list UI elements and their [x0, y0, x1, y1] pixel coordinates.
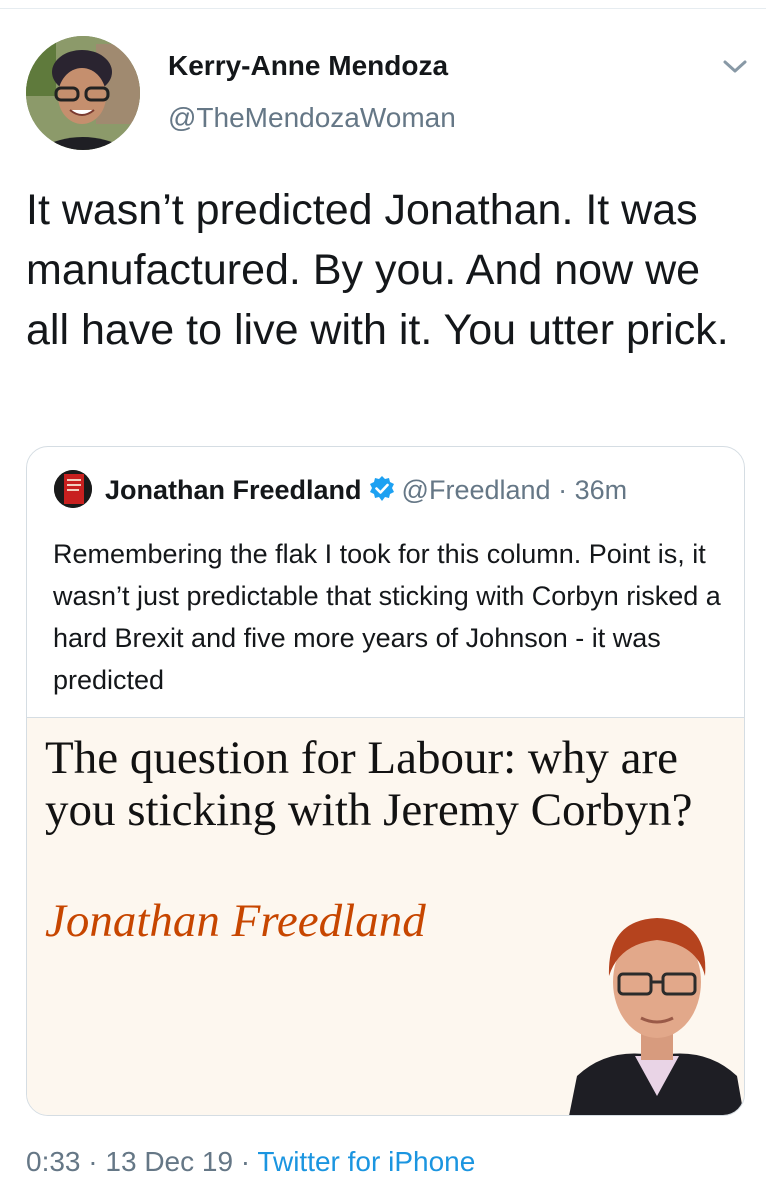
quoted-author-name[interactable]: Jonathan Freedland	[105, 475, 362, 505]
tweet-meta: 0:33 · 13 Dec 19 · Twitter for iPhone	[26, 1146, 475, 1178]
meta-separator: ·	[80, 1146, 106, 1177]
link-preview-image[interactable]: The question for Labour: why are you sti…	[27, 717, 744, 1115]
tweet-date: 13 Dec 19	[105, 1146, 234, 1177]
tweet-text: It wasn’t predicted Jonathan. It was man…	[26, 186, 729, 354]
quoted-tweet-text: Remembering the flak I took for this col…	[53, 539, 721, 695]
meta-separator: ·	[233, 1146, 258, 1177]
author-handle[interactable]: @TheMendozaWoman	[168, 102, 456, 134]
quoted-author-avatar	[54, 470, 92, 508]
author-name[interactable]: Kerry-Anne Mendoza	[168, 50, 448, 82]
author-avatar[interactable]	[26, 36, 140, 150]
quoted-author-handle[interactable]: @Freedland	[402, 475, 551, 505]
tweet-time: 0:33	[26, 1146, 81, 1177]
article-byline: Jonathan Freedland	[45, 895, 426, 947]
chevron-down-icon[interactable]	[718, 52, 752, 80]
quoted-timestamp: 36m	[574, 475, 628, 505]
top-divider	[0, 8, 766, 9]
quoted-separator: ·	[558, 475, 568, 505]
quoted-tweet-card[interactable]: Jonathan Freedland @Freedland · 36m Remem…	[26, 446, 745, 1116]
article-headline: The question for Labour: why are you sti…	[45, 732, 693, 836]
author-portrait	[569, 896, 744, 1115]
verified-badge-icon	[368, 475, 396, 510]
quoted-tweet-header: Jonathan Freedland @Freedland · 36m	[105, 475, 627, 510]
tweet-source-link[interactable]: Twitter for iPhone	[257, 1146, 475, 1177]
